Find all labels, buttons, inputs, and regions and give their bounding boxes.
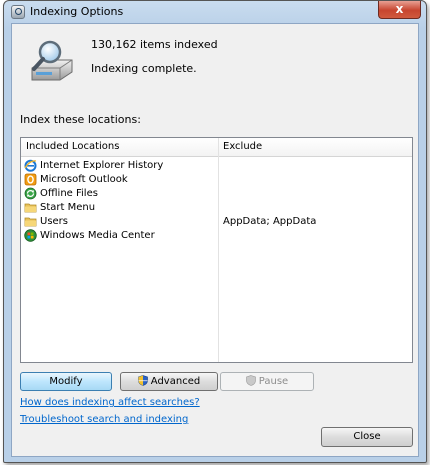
list-header: Included Locations Exclude [21, 138, 412, 157]
list-item[interactable]: Start Menu [21, 201, 412, 215]
dialog-content: 130,162 items indexed Indexing complete.… [11, 23, 419, 457]
list-item[interactable]: Users AppData; AppData [21, 215, 412, 229]
offline-files-icon [24, 187, 37, 200]
index-locations-label: Index these locations: [20, 113, 141, 126]
list-item[interactable]: Internet Explorer History [21, 159, 412, 173]
indexing-options-window: Indexing Options x 130,162 items indexed [3, 0, 427, 463]
close-button[interactable]: Close [321, 427, 413, 447]
folder-icon [24, 203, 37, 213]
outlook-icon [24, 173, 37, 186]
column-header-exclude[interactable]: Exclude [223, 141, 262, 152]
troubleshoot-link[interactable]: Troubleshoot search and indexing [20, 414, 188, 425]
column-header-included[interactable]: Included Locations [26, 141, 119, 152]
pause-label: Pause [258, 376, 289, 387]
advanced-button[interactable]: Advanced [120, 372, 218, 391]
internet-explorer-icon [24, 159, 37, 172]
location-name: Internet Explorer History [40, 160, 164, 171]
how-indexing-affects-link[interactable]: How does indexing affect searches? [20, 397, 200, 408]
close-window-button[interactable]: x [378, 1, 421, 19]
list-item[interactable]: Microsoft Outlook [21, 173, 412, 187]
folder-icon [24, 217, 37, 227]
title-bar[interactable]: Indexing Options x [4, 1, 426, 23]
indexing-status: Indexing complete. [91, 62, 197, 75]
location-name: Microsoft Outlook [40, 174, 128, 185]
pause-button: Pause [220, 372, 314, 391]
modify-button[interactable]: Modify [20, 372, 112, 391]
location-exclude: AppData; AppData [223, 216, 317, 227]
locations-list[interactable]: Included Locations Exclude Internet Expl… [20, 137, 413, 363]
windows-media-center-icon [24, 229, 37, 242]
list-item[interactable]: Offline Files [21, 187, 412, 201]
location-name: Users [40, 216, 69, 227]
list-item[interactable]: Windows Media Center [21, 229, 412, 243]
indexing-options-icon [11, 5, 25, 19]
items-indexed-count: 130,162 items indexed [91, 38, 218, 51]
uac-shield-icon [137, 375, 148, 386]
window-title: Indexing Options [30, 5, 124, 18]
location-name: Offline Files [40, 188, 98, 199]
indexing-magnifier-icon [31, 40, 73, 81]
location-name: Start Menu [40, 202, 96, 213]
location-name: Windows Media Center [40, 230, 155, 241]
uac-shield-icon [245, 375, 256, 386]
advanced-label: Advanced [150, 376, 201, 387]
close-icon: x [395, 2, 404, 16]
